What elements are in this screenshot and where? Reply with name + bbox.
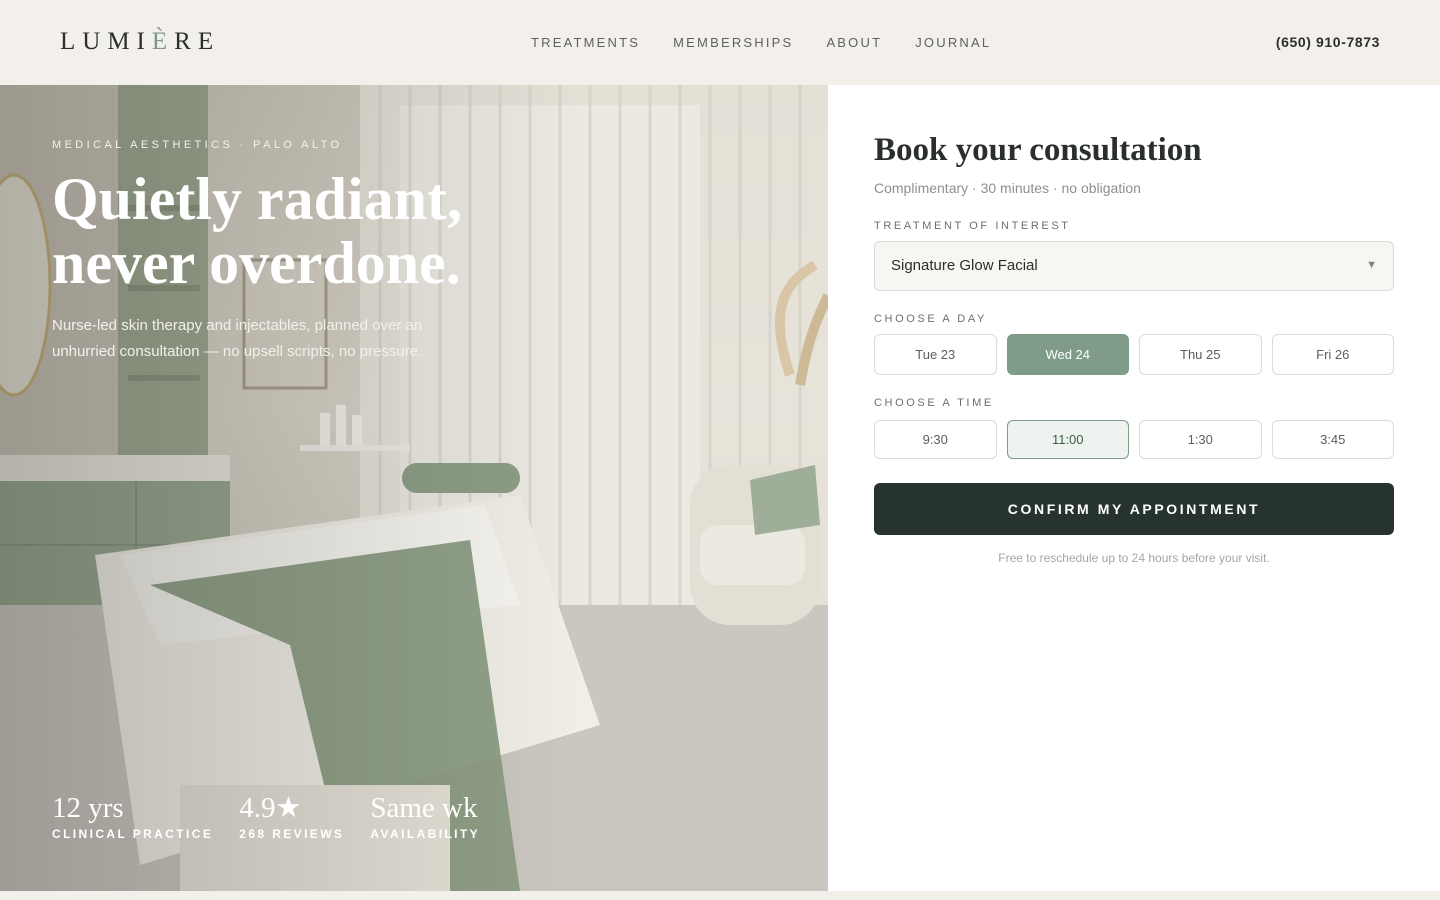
stat-availability: Same wk AVAILABILITY <box>370 791 480 841</box>
stat-value: 4.9★ <box>239 792 302 824</box>
time-options: 9:30 11:00 1:30 3:45 <box>874 420 1394 459</box>
stat-reviews: 4.9★ 268 REVIEWS <box>239 791 344 841</box>
reschedule-note: Free to reschedule up to 24 hours before… <box>998 551 1270 565</box>
time-option-930[interactable]: 9:30 <box>874 420 997 459</box>
hero-title: Quietly radiant, never overdone. <box>52 167 512 295</box>
hero-subtitle: Nurse-led skin therapy and injectables, … <box>52 317 423 360</box>
stat-value: Same wk <box>370 792 478 824</box>
time-option-345[interactable]: 3:45 <box>1271 420 1394 459</box>
brand-logo[interactable]: LUMIÈRE <box>60 28 220 56</box>
confirm-appointment-button[interactable]: CONFIRM MY APPOINTMENT <box>874 483 1394 535</box>
stat-label: AVAILABILITY <box>370 827 481 841</box>
booking-subtitle: Complimentary · 30 minutes · no obligati… <box>874 180 1141 196</box>
day-label: CHOOSE A DAY <box>874 313 987 325</box>
day-option-wed-24[interactable]: Wed 24 <box>1006 334 1129 375</box>
logo-text-accent: È <box>151 28 175 55</box>
booking-panel: Book your consultation Complimentary · 3… <box>828 85 1440 891</box>
logo-text-start: LUMI <box>60 28 152 55</box>
day-option-thu-25[interactable]: Thu 25 <box>1139 334 1262 375</box>
hero-stats: 12 yrs CLINICAL PRACTICE 4.9★ 268 REVIEW… <box>52 791 480 841</box>
treatment-select[interactable]: Signature Glow Facial ▼ <box>874 241 1394 291</box>
treatment-label: TREATMENT OF INTEREST <box>874 220 1071 232</box>
phone-number[interactable]: (650) 910-7873 <box>1276 34 1380 50</box>
site-header: LUMIÈRE TREATMENTS MEMBERSHIPS ABOUT JOU… <box>0 0 1440 85</box>
time-option-1100[interactable]: 11:00 <box>1006 420 1129 459</box>
page-bottom-strip <box>0 891 1440 900</box>
stat-label: 268 REVIEWS <box>239 827 345 841</box>
logo-text-end: RE <box>174 28 221 55</box>
treatment-select-value: Signature Glow Facial <box>891 257 1038 274</box>
nav-item-journal[interactable]: JOURNAL <box>915 35 991 50</box>
stat-value: 12 yrs <box>52 792 124 824</box>
main-nav: TREATMENTS MEMBERSHIPS ABOUT JOURNAL <box>531 35 991 50</box>
time-label: CHOOSE A TIME <box>874 397 994 409</box>
stat-clinical-practice: 12 yrs CLINICAL PRACTICE <box>52 791 213 841</box>
day-option-fri-26[interactable]: Fri 26 <box>1271 334 1394 375</box>
hero-title-line-1: Quietly radiant, <box>52 166 463 232</box>
nav-item-memberships[interactable]: MEMBERSHIPS <box>673 35 793 50</box>
stat-label: CLINICAL PRACTICE <box>52 827 214 841</box>
nav-item-treatments[interactable]: TREATMENTS <box>531 35 640 50</box>
hero-image-panel: MEDICAL AESTHETICS · PALO ALTO Quietly r… <box>0 85 828 891</box>
time-option-130[interactable]: 1:30 <box>1139 420 1262 459</box>
day-options: Tue 23 Wed 24 Thu 25 Fri 26 <box>874 334 1394 375</box>
chevron-down-icon: ▼ <box>1366 259 1377 271</box>
hero-eyebrow: MEDICAL AESTHETICS · PALO ALTO <box>52 139 343 151</box>
hero-title-line-2: never overdone. <box>52 230 461 296</box>
day-option-tue-23[interactable]: Tue 23 <box>874 334 997 375</box>
nav-item-about[interactable]: ABOUT <box>826 35 882 50</box>
booking-title: Book your consultation <box>874 132 1202 168</box>
